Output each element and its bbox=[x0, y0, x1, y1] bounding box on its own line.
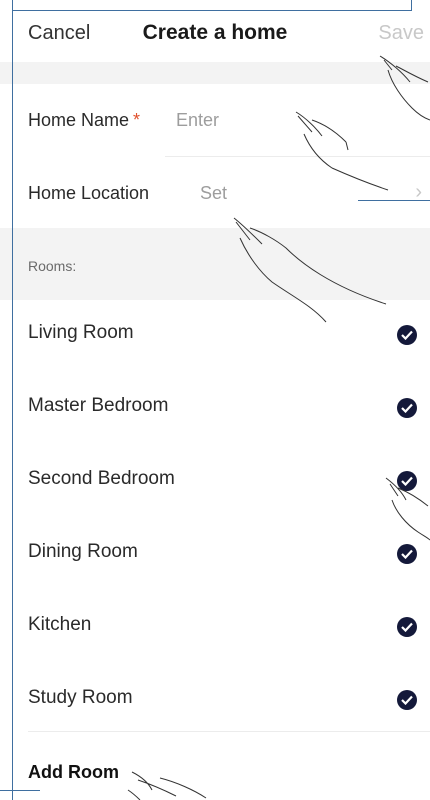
check-circle-icon[interactable] bbox=[397, 398, 417, 418]
check-circle-icon[interactable] bbox=[397, 471, 417, 491]
home-name-input[interactable]: Enter bbox=[176, 110, 219, 131]
rooms-section-header: Rooms: bbox=[0, 228, 430, 300]
room-item[interactable]: Dining Room bbox=[0, 519, 430, 592]
required-asterisk: * bbox=[133, 110, 141, 130]
rooms-heading: Rooms: bbox=[28, 258, 77, 274]
room-name: Dining Room bbox=[28, 541, 138, 562]
guide-line bbox=[411, 0, 412, 11]
page-title: Create a home bbox=[142, 21, 288, 44]
create-home-screen: Cancel Create a home Save Home Name * Ent… bbox=[0, 0, 430, 800]
guide-line bbox=[12, 10, 412, 11]
room-item[interactable]: Study Room bbox=[0, 665, 430, 738]
add-room-label: Add Room bbox=[28, 762, 119, 782]
check-circle-icon[interactable] bbox=[397, 325, 417, 345]
home-location-value[interactable]: Set bbox=[200, 183, 227, 204]
room-name: Kitchen bbox=[28, 614, 92, 635]
room-name: Study Room bbox=[28, 687, 133, 708]
check-circle-icon[interactable] bbox=[397, 544, 417, 564]
check-circle-icon[interactable] bbox=[397, 617, 417, 637]
save-button[interactable]: Save bbox=[378, 22, 424, 45]
guide-line bbox=[12, 0, 13, 800]
home-name-label: Home Name * bbox=[28, 110, 140, 131]
home-location-label: Home Location bbox=[28, 183, 150, 203]
section-gap bbox=[0, 62, 430, 84]
guide-line bbox=[0, 790, 40, 791]
room-name: Master Bedroom bbox=[28, 395, 169, 416]
check-circle-icon[interactable] bbox=[397, 690, 417, 710]
home-location-row[interactable]: Home Location Set › bbox=[0, 157, 430, 228]
home-name-label-text: Home Name bbox=[28, 110, 130, 130]
room-item[interactable]: Living Room bbox=[0, 300, 430, 373]
guide-line bbox=[358, 200, 430, 201]
room-name: Living Room bbox=[28, 322, 134, 343]
room-item[interactable]: Second Bedroom bbox=[0, 446, 430, 519]
room-name: Second Bedroom bbox=[28, 468, 175, 489]
room-item[interactable]: Master Bedroom bbox=[0, 373, 430, 446]
room-item[interactable]: Kitchen bbox=[0, 592, 430, 665]
home-name-row[interactable]: Home Name * Enter bbox=[0, 84, 430, 156]
add-room-button[interactable]: Add Room bbox=[0, 732, 430, 800]
